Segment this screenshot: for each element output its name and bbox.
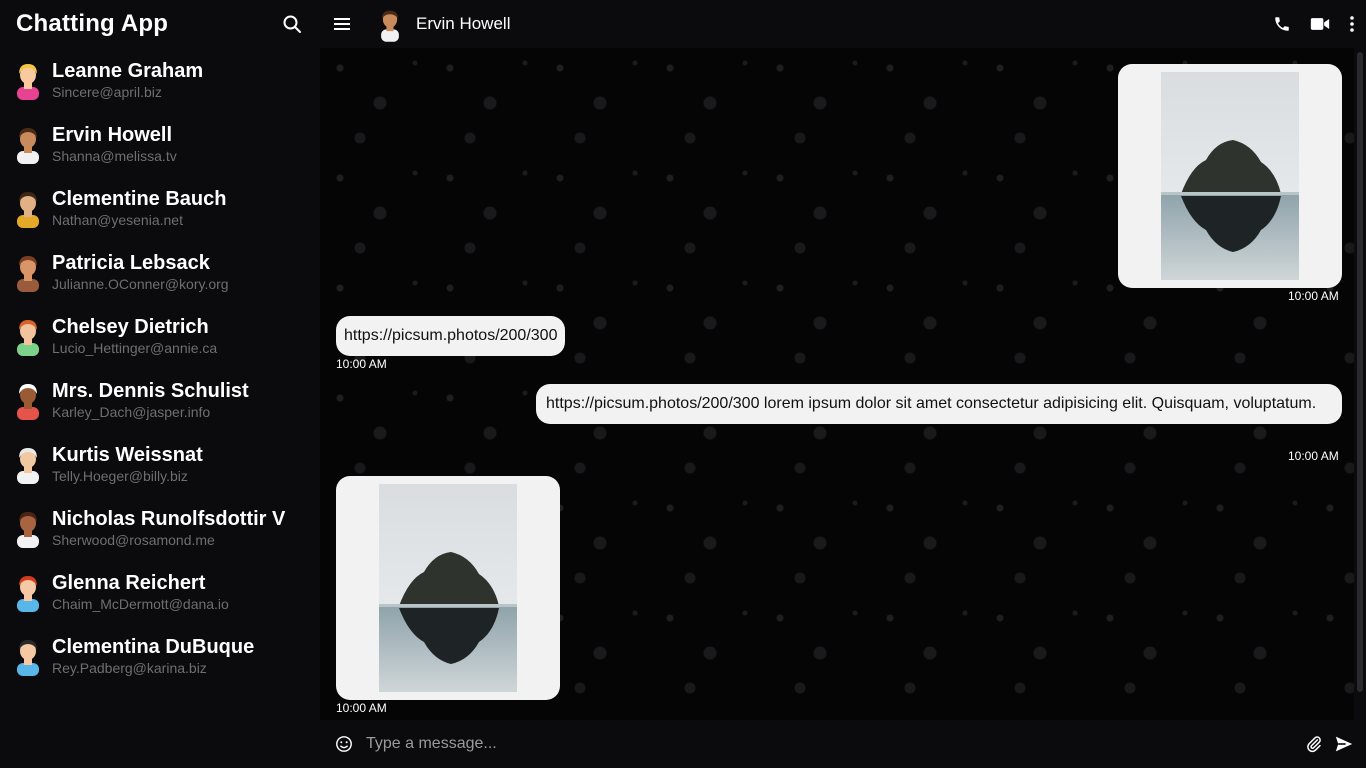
message-text: https://picsum.photos/200/300 (344, 327, 558, 344)
contact-name: Leanne Graham (52, 60, 204, 82)
contact-item[interactable]: Mrs. Dennis Schulist Karley_Dach@jasper.i… (0, 368, 320, 432)
contact-text: Leanne Graham Sincere@april.biz (52, 59, 203, 101)
photo-image (379, 484, 517, 692)
message-time: 10:00 AM (1288, 449, 1339, 463)
contact-text: Clementine Bauch Nathan@yesenia.net (52, 187, 226, 229)
contact-item[interactable]: Clementine Bauch Nathan@yesenia.net (0, 176, 320, 240)
send-icon[interactable] (1332, 732, 1356, 756)
avatar (17, 512, 39, 548)
search-icon[interactable] (280, 12, 304, 36)
contact-name: Ervin Howell (52, 124, 173, 146)
contact-item[interactable]: Patricia Lebsack Julianne.OConner@kory.or… (0, 240, 320, 304)
contact-name: Chelsey Dietrich (52, 316, 209, 338)
message-time: 10:00 AM (336, 701, 387, 715)
contact-text: Glenna Reichert Chaim_McDermott@dana.io (52, 571, 229, 613)
text-message[interactable]: https://picsum.photos/200/300 (336, 316, 566, 356)
contact-item[interactable]: Nicholas Runolfsdottir V Sherwood@rosamon… (0, 496, 320, 560)
menu-icon[interactable] (330, 12, 354, 36)
avatar (17, 320, 39, 356)
contact-item[interactable]: Glenna Reichert Chaim_McDermott@dana.io (0, 560, 320, 624)
avatar (17, 640, 39, 676)
message-time: 10:00 AM (1288, 289, 1339, 303)
chat-app: Chatting App Leanne Graham Sincere@april.… (0, 0, 1366, 768)
avatar (17, 256, 39, 292)
contact-item[interactable]: Chelsey Dietrich Lucio_Hettinger@annie.ca (0, 304, 320, 368)
message-area: 10:00 AM https://picsum.photos/200/300 1… (320, 48, 1354, 720)
message-input[interactable] (366, 724, 1302, 764)
contact-email: Telly.Hoeger@billy.biz (52, 468, 188, 484)
photo-image (1161, 72, 1299, 280)
avatar (17, 64, 39, 100)
avatar (17, 576, 39, 612)
contact-email: Lucio_Hettinger@annie.ca (52, 340, 218, 356)
contact-item[interactable]: Kurtis Weissnat Telly.Hoeger@billy.biz (0, 432, 320, 496)
video-icon[interactable] (1308, 12, 1332, 36)
sidebar-header: Chatting App (0, 0, 320, 48)
contact-name: Kurtis Weissnat (52, 444, 203, 466)
header-actions (1270, 12, 1366, 36)
contact-name: Clementine Bauch (52, 188, 227, 210)
chat-header: Ervin Howell (320, 0, 1366, 48)
avatar (17, 192, 39, 228)
avatar[interactable] (374, 6, 406, 42)
contact-email: Sherwood@rosamond.me (52, 532, 215, 548)
text-message[interactable]: https://picsum.photos/200/300 lorem ipsu… (536, 384, 1342, 424)
contact-email: Nathan@yesenia.net (52, 212, 183, 228)
contact-item[interactable]: Ervin Howell Shanna@melissa.tv (0, 112, 320, 176)
avatar (17, 128, 39, 164)
contact-item[interactable]: Clementina DuBuque Rey.Padberg@karina.biz (0, 624, 320, 688)
contact-email: Shanna@melissa.tv (52, 148, 177, 164)
message-time: 10:00 AM (336, 357, 387, 371)
emoji-icon[interactable] (332, 732, 356, 756)
paperclip-icon[interactable] (1302, 732, 1326, 756)
contact-name: Glenna Reichert (52, 572, 206, 594)
avatar (17, 448, 39, 484)
contact-name: Mrs. Dennis Schulist (52, 380, 249, 402)
image-message[interactable] (336, 476, 560, 700)
phone-icon[interactable] (1270, 12, 1294, 36)
contact-item[interactable]: Leanne Graham Sincere@april.biz (0, 48, 320, 112)
image-message[interactable] (1118, 64, 1342, 288)
contact-email: Rey.Padberg@karina.biz (52, 660, 207, 676)
app-title: Chatting App (16, 10, 169, 37)
contact-text: Nicholas Runolfsdottir V Sherwood@rosamon… (52, 507, 285, 549)
contact-name: Clementina DuBuque (52, 636, 255, 658)
chat-contact-name: Ervin Howell (416, 14, 511, 33)
contact-list: Leanne Graham Sincere@april.biz Ervin Howe… (0, 48, 320, 688)
avatar (17, 384, 39, 420)
contact-text: Clementina DuBuque Rey.Padberg@karina.biz (52, 635, 254, 677)
contact-text: Patricia Lebsack Julianne.OConner@kory.or… (52, 251, 229, 293)
contact-text: Ervin Howell Shanna@melissa.tv (52, 123, 177, 165)
sidebar: Chatting App Leanne Graham Sincere@april.… (0, 0, 320, 768)
contact-text: Mrs. Dennis Schulist Karley_Dach@jasper.i… (52, 379, 249, 421)
contact-email: Karley_Dach@jasper.info (52, 404, 211, 420)
contact-email: Sincere@april.biz (52, 84, 162, 100)
contact-text: Chelsey Dietrich Lucio_Hettinger@annie.ca (52, 315, 217, 357)
message-text: https://picsum.photos/200/300 lorem ipsu… (546, 395, 1317, 412)
more-vertical-icon[interactable] (1346, 12, 1358, 36)
contact-email: Julianne.OConner@kory.org (52, 276, 229, 292)
scrollbar-thumb[interactable] (1357, 52, 1363, 692)
contact-text: Kurtis Weissnat Telly.Hoeger@billy.biz (52, 443, 203, 485)
contact-email: Chaim_McDermott@dana.io (52, 596, 229, 612)
message-composer (320, 720, 1366, 768)
contact-name: Nicholas Runolfsdottir V (52, 508, 286, 530)
scrollbar[interactable] (1354, 48, 1366, 720)
contact-name: Patricia Lebsack (52, 252, 210, 274)
